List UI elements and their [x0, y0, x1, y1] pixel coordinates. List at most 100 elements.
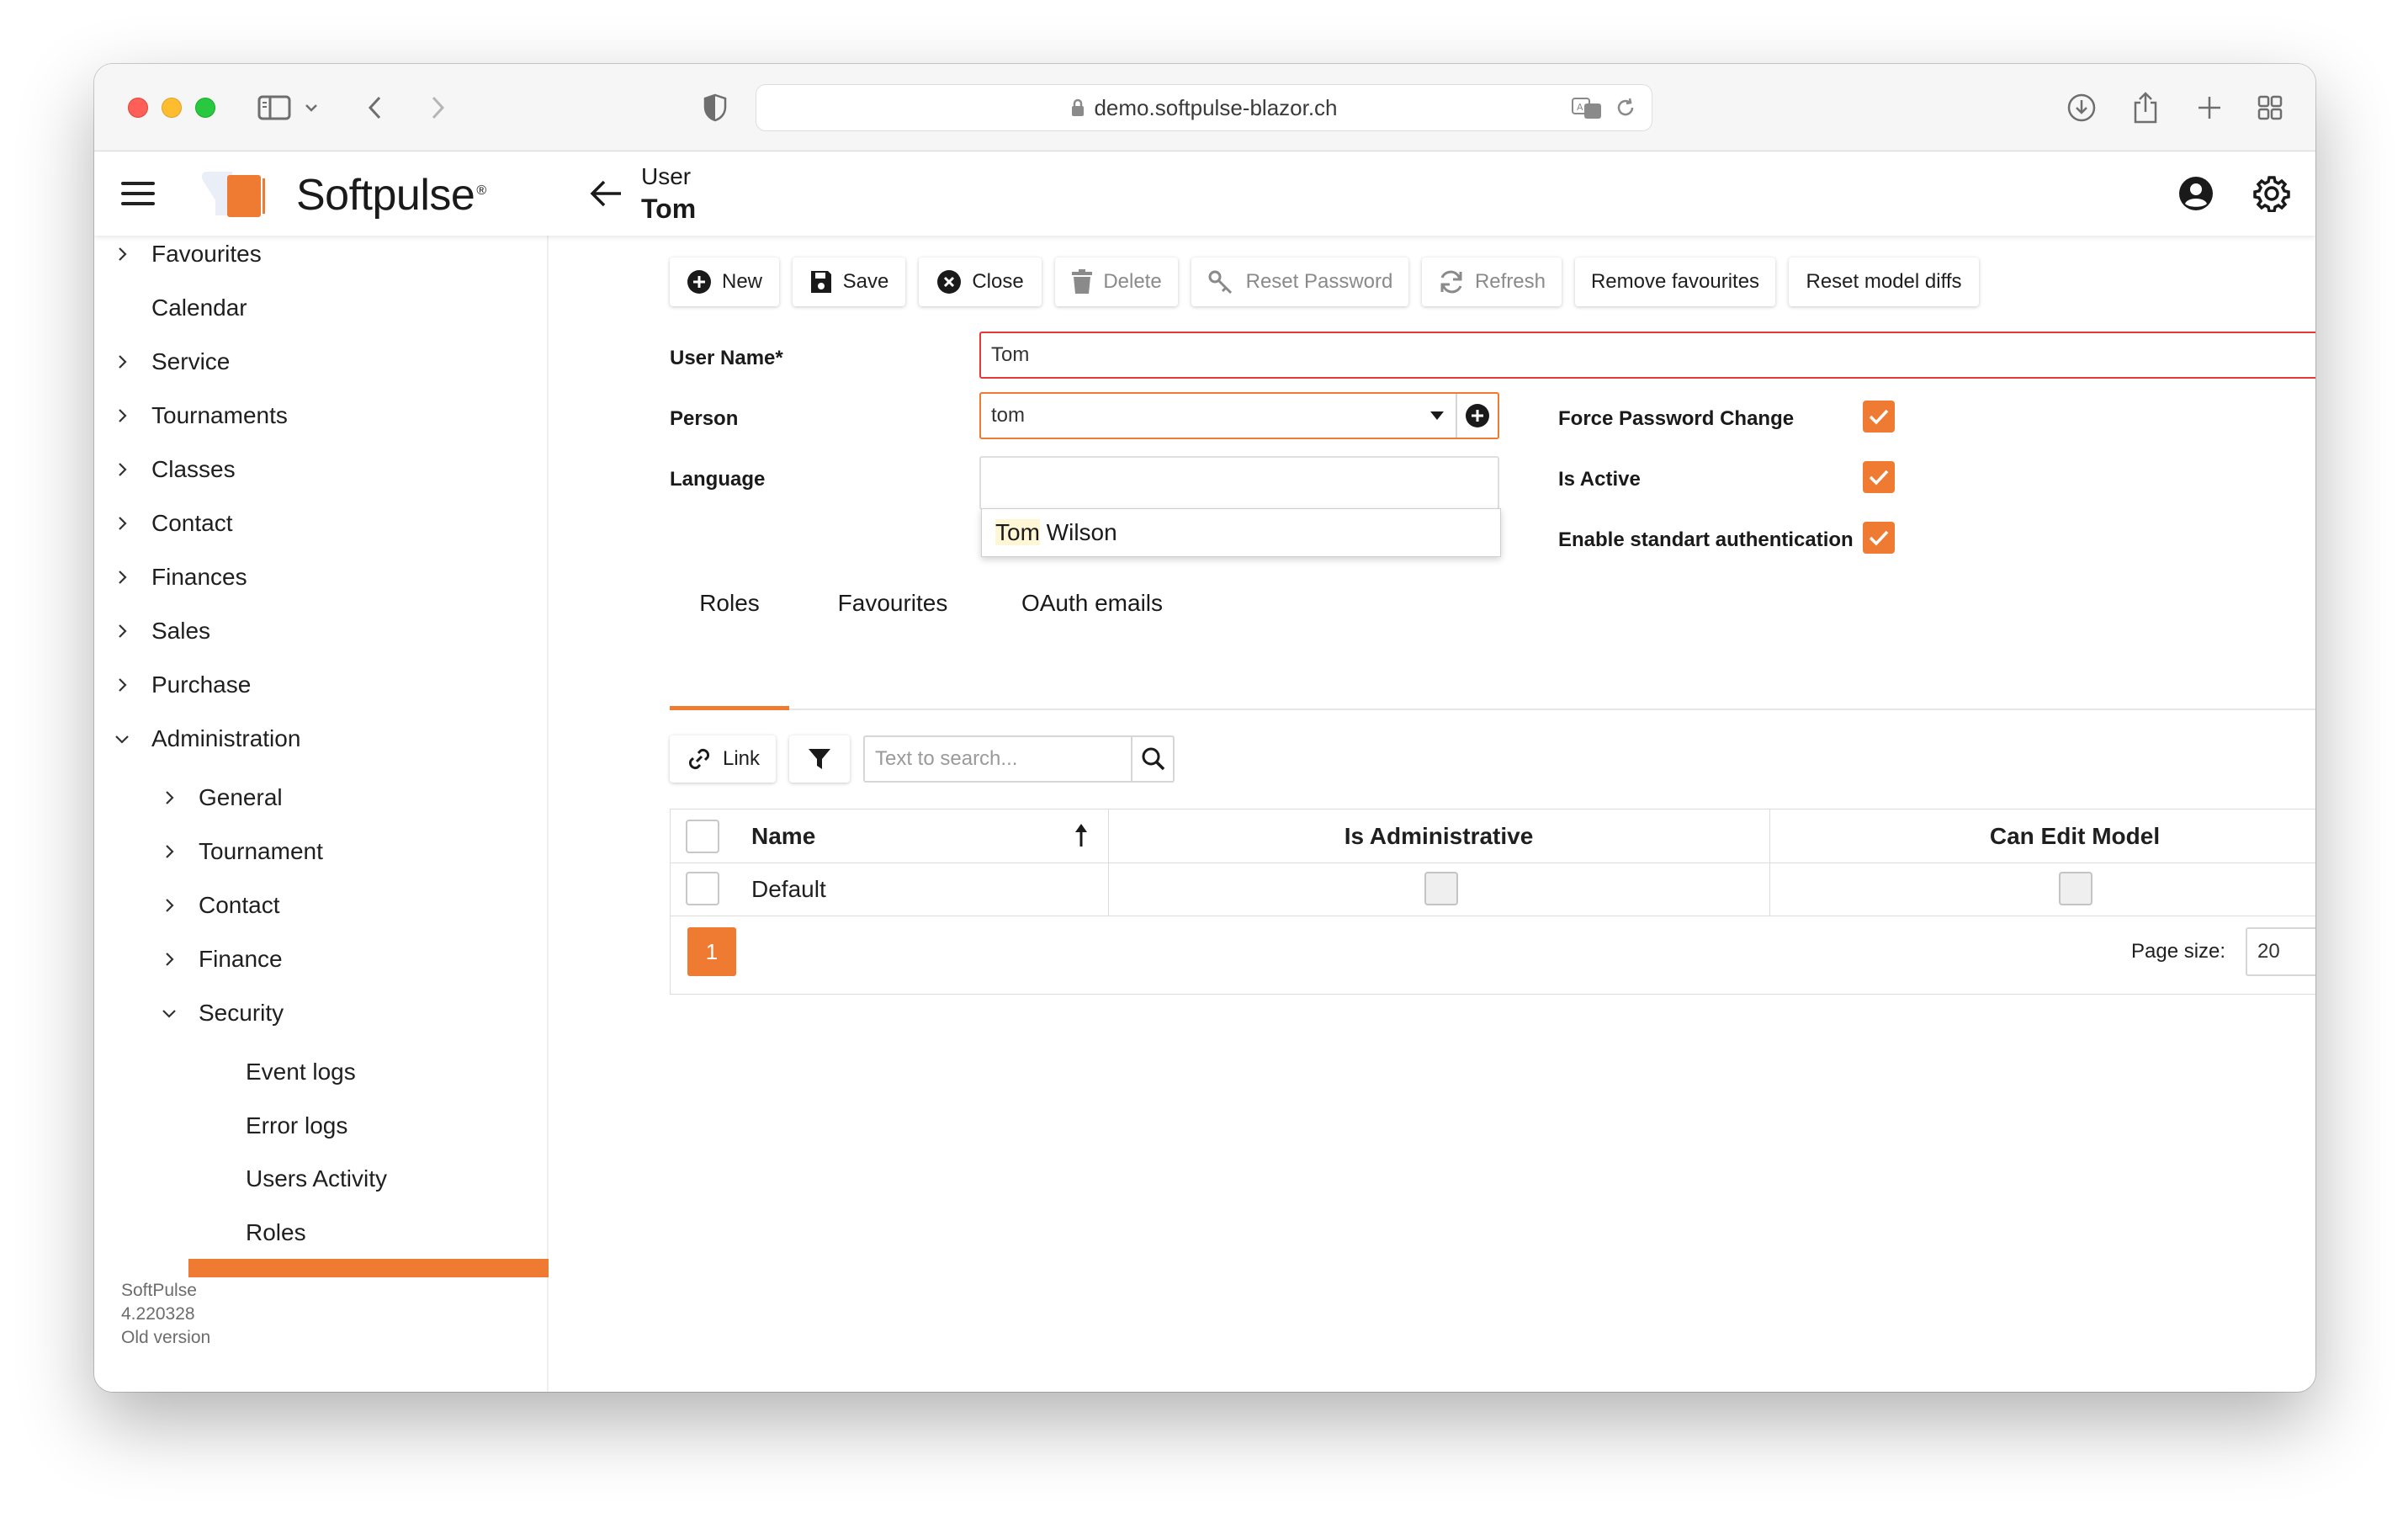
logo-text: Softpulse ®: [296, 171, 486, 220]
check-icon: [1869, 470, 1889, 486]
refresh-button[interactable]: Refresh: [1422, 257, 1562, 306]
sidebar-item-label: Favourites: [151, 241, 262, 267]
delete-button-label: Delete: [1103, 270, 1162, 293]
can-edit-model-checkbox: [2059, 872, 2092, 905]
page-size-label: Page size:: [2131, 927, 2225, 976]
save-button[interactable]: Save: [793, 257, 905, 306]
person-suggestion-item[interactable]: Tom Wilson: [995, 519, 1117, 546]
caret-down-icon[interactable]: [1429, 411, 1445, 421]
chevron-right-icon: [160, 788, 178, 807]
sidebar-item-users-active[interactable]: [188, 1259, 549, 1277]
user-name-value: Tom: [991, 343, 1030, 366]
minimize-window-button[interactable]: [162, 98, 182, 118]
privacy-shield-icon[interactable]: [700, 91, 730, 125]
tab-label: Favourites: [837, 590, 948, 616]
force-password-change-label: Force Password Change: [1558, 407, 1795, 430]
page-size-select[interactable]: 20: [2246, 927, 2315, 976]
language-label: Language: [670, 468, 766, 491]
is-active-checkbox[interactable]: [1863, 461, 1895, 493]
link-button[interactable]: Link: [670, 735, 776, 783]
chevron-right-icon: [113, 406, 131, 425]
row-select-checkbox[interactable]: [686, 872, 719, 905]
reset-password-button[interactable]: Reset Password: [1191, 257, 1408, 306]
sidebar-item-label: Classes: [151, 456, 236, 482]
chevron-right-icon: [113, 568, 131, 586]
svg-text:A: A: [1577, 102, 1583, 113]
gear-icon[interactable]: [2253, 175, 2290, 212]
person-label: Person: [670, 407, 739, 430]
tab-overview-icon[interactable]: [2253, 91, 2287, 125]
chevron-down-icon[interactable]: [301, 91, 321, 125]
lock-icon: [1072, 98, 1085, 116]
page-size-value: 20: [2257, 940, 2280, 963]
address-bar[interactable]: demo.softpulse-blazor.ch A: [756, 84, 1652, 131]
maximize-window-button[interactable]: [195, 98, 215, 118]
tab-favourites[interactable]: Favourites: [806, 572, 979, 634]
sidebar: Favourites Calendar Service Tournaments …: [94, 236, 549, 1392]
column-header-is-administrative[interactable]: Is Administrative: [1108, 809, 1769, 863]
page-button-current[interactable]: 1: [687, 927, 736, 976]
close-window-button[interactable]: [128, 98, 148, 118]
enable-standard-auth-checkbox[interactable]: [1863, 522, 1895, 554]
user-circle-icon[interactable]: [2177, 175, 2214, 212]
column-header-label: Is Administrative: [1344, 823, 1534, 849]
plus-circle-icon[interactable]: [1464, 402, 1491, 429]
new-button[interactable]: New: [670, 257, 779, 306]
tab-oauth-emails[interactable]: OAuth emails: [996, 572, 1188, 634]
footer-version: 4.220328: [121, 1304, 195, 1324]
chevron-right-icon: [160, 896, 178, 915]
table-row[interactable]: Default: [671, 863, 2315, 916]
filter-button[interactable]: [789, 735, 850, 783]
translate-icon[interactable]: A: [1571, 95, 1604, 120]
language-select[interactable]: [979, 456, 1499, 510]
role-name-cell: Default: [751, 863, 826, 916]
new-button-label: New: [721, 270, 762, 293]
downloads-icon[interactable]: [2065, 91, 2098, 125]
search-icon[interactable]: [1141, 746, 1166, 772]
enable-standard-auth-label: Enable standart authentication: [1558, 528, 1854, 551]
forward-nav-icon[interactable]: [424, 91, 451, 125]
reset-model-diffs-button[interactable]: Reset model diffs: [1789, 257, 1979, 306]
close-button[interactable]: Close: [919, 257, 1042, 306]
chevron-right-icon: [160, 950, 178, 969]
back-arrow-icon[interactable]: [587, 177, 624, 210]
tab-roles[interactable]: Roles: [670, 572, 789, 634]
sidebar-toggle-icon[interactable]: [256, 91, 293, 125]
tab-rule: [670, 709, 2315, 710]
select-all-checkbox[interactable]: [686, 820, 719, 853]
combobox-divider: [1456, 394, 1457, 438]
active-tab-indicator: [670, 706, 789, 710]
old-version-link[interactable]: Old version: [121, 1328, 210, 1348]
sidebar-item-label: Security: [199, 1000, 284, 1026]
check-icon: [1869, 409, 1889, 425]
column-header-can-edit-model[interactable]: Can Edit Model: [1769, 809, 2315, 863]
tab-label: Roles: [699, 590, 760, 616]
chevron-right-icon: [113, 622, 131, 640]
sidebar-item-label: Finance: [199, 946, 283, 972]
sidebar-item-label: Purchase: [151, 671, 252, 698]
force-password-change-checkbox[interactable]: [1863, 401, 1895, 433]
sidebar-item-label: Users Activity: [246, 1165, 388, 1192]
hamburger-icon[interactable]: [121, 182, 155, 205]
plus-circle-icon: [687, 270, 711, 294]
new-tab-icon[interactable]: [2193, 91, 2226, 125]
tab-label: OAuth emails: [1021, 590, 1164, 616]
chevron-right-icon: [113, 353, 131, 371]
grid-search-field[interactable]: Text to search...: [863, 735, 1175, 783]
column-header-name[interactable]: Name: [751, 809, 815, 863]
is-administrative-checkbox: [1424, 872, 1458, 905]
user-name-field[interactable]: Tom: [979, 332, 2315, 379]
delete-button[interactable]: Delete: [1055, 257, 1178, 306]
url-text: demo.softpulse-blazor.ch: [1094, 94, 1338, 120]
person-combobox[interactable]: tom: [979, 392, 1499, 439]
back-nav-icon[interactable]: [362, 91, 389, 125]
sidebar-item-label: Contact: [151, 510, 233, 536]
suggestion-match: Tom: [995, 519, 1040, 545]
reload-icon[interactable]: [1615, 97, 1636, 119]
close-circle-icon: [937, 270, 962, 294]
chevron-right-icon: [113, 514, 131, 533]
share-icon[interactable]: [2129, 91, 2162, 125]
sort-up-icon[interactable]: [1074, 823, 1088, 848]
remove-favourites-button[interactable]: Remove favourites: [1575, 257, 1775, 306]
column-header-label: Name: [751, 823, 816, 849]
